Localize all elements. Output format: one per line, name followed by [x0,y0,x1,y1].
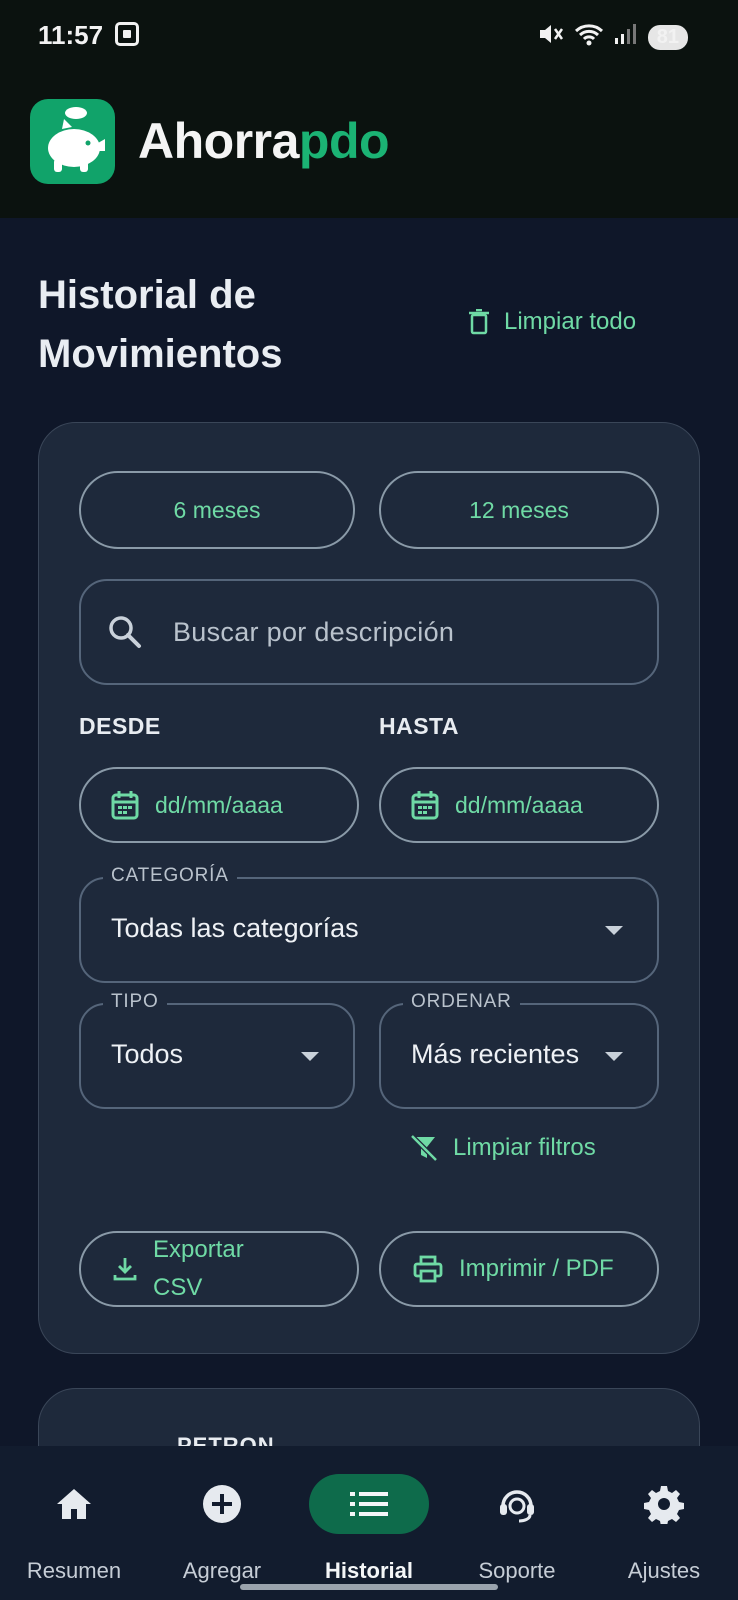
trash-icon [469,309,489,335]
status-bar: 11:57 81 [0,0,738,70]
clear-all-label: Limpiar todo [504,308,637,335]
filters-card: 6 meses 12 meses Buscar por descripción … [38,422,700,1354]
signal-icon [614,23,638,51]
sort-value: Más recientes [411,1039,580,1069]
print-pdf-button[interactable]: Imprimir / PDF [379,1231,659,1307]
nav-ajustes[interactable]: Ajustes [590,1446,738,1600]
screen-record-icon [115,22,139,46]
range-12-label: 12 meses [469,496,569,523]
export-csv-button[interactable]: Exportar CSV [79,1231,359,1307]
dropdown-arrow-icon [301,1052,319,1061]
app-name-part1: Ahorra [138,113,299,169]
clear-all-button[interactable]: Limpiar todo [468,308,636,336]
nav-agregar[interactable]: Agregar [148,1446,296,1600]
nav-label: Ajustes [627,1558,701,1583]
nav-resumen[interactable]: Resumen [0,1446,148,1600]
calendar-icon [111,791,139,820]
dropdown-arrow-icon [605,1052,623,1061]
printer-icon [413,1255,443,1283]
nav-historial[interactable]: Historial [295,1446,443,1600]
sort-label: ORDENAR [403,991,520,1013]
to-label: HASTA [379,713,460,739]
from-label: DESDE [79,713,161,739]
search-placeholder: Buscar por descripción [173,616,455,647]
nav-label: Soporte [478,1558,556,1583]
nav-soporte[interactable]: Soporte [443,1446,591,1600]
add-circle-icon [162,1474,282,1534]
type-label: TIPO [103,991,167,1013]
sort-select[interactable]: ORDENAR Más recientes [379,991,659,1109]
piggy-bank-logo-icon [30,99,115,184]
bottom-navigation: Resumen Agregar Historial Soporte Ajuste… [0,1446,738,1600]
nav-label: Resumen [26,1558,122,1583]
category-label: CATEGORÍA [103,865,237,887]
from-date-input[interactable]: dd/mm/aaaa [79,767,359,843]
range-6-months-button[interactable]: 6 meses [79,471,355,549]
to-date-input[interactable]: dd/mm/aaaa [379,767,659,843]
category-select[interactable]: CATEGORÍA Todas las categorías [79,865,659,983]
to-date-value: dd/mm/aaaa [455,792,583,818]
type-select[interactable]: TIPO Todos [79,991,355,1109]
home-indicator[interactable] [240,1584,498,1590]
category-value: Todas las categorías [111,913,359,943]
gear-icon [604,1474,724,1534]
app-header: 11:57 81 Ahorrapdo [0,0,738,218]
filter-off-icon [410,1134,438,1162]
download-icon [113,1258,137,1281]
status-icons: 81 [538,22,688,52]
list-icon [309,1474,429,1534]
calendar-icon [411,791,439,820]
search-icon [109,616,141,648]
headset-support-icon [457,1474,577,1534]
clear-filters-button[interactable]: Limpiar filtros [409,1133,596,1163]
wifi-icon [574,22,604,52]
app-name: Ahorrapdo [138,112,390,170]
range-12-months-button[interactable]: 12 meses [379,471,659,549]
range-6-label: 6 meses [173,496,261,523]
print-pdf-label: Imprimir / PDF [459,1255,614,1282]
battery-indicator: 81 [647,24,688,50]
from-date-value: dd/mm/aaaa [155,792,283,818]
status-time: 11:57 [38,20,104,50]
search-input[interactable]: Buscar por descripción [79,579,659,685]
type-value: Todos [111,1039,184,1069]
page-title: Historial de Movimientos [38,273,283,376]
home-icon [14,1474,134,1534]
nav-label: Historial [324,1558,414,1583]
mute-icon [538,23,564,51]
export-csv-label: Exportar CSV [153,1236,244,1301]
app-name-part2: pdo [298,113,390,169]
dropdown-arrow-icon [605,926,623,935]
nav-label: Agregar [182,1558,262,1583]
clear-filters-label: Limpiar filtros [453,1134,596,1161]
